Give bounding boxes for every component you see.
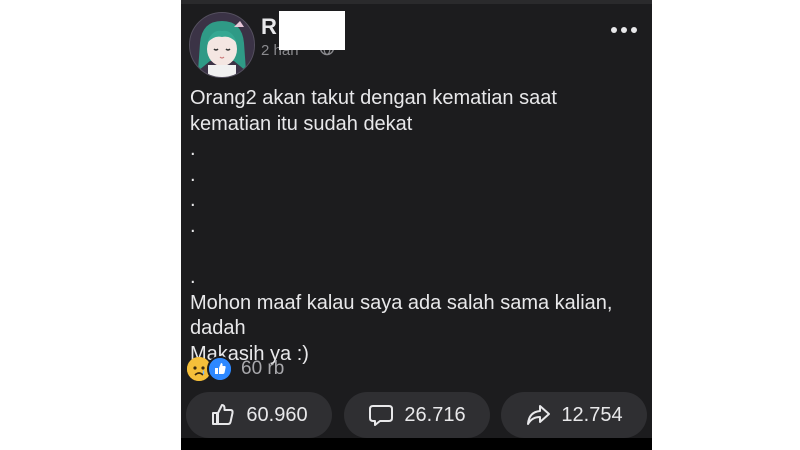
comment-icon	[369, 405, 394, 426]
redaction-box	[279, 11, 345, 50]
post-text: Orang2 akan takut dengan kematian saat k…	[190, 87, 613, 365]
post-card: R 2 hari Orang2 akan takut dengan kemati…	[181, 0, 652, 450]
like-button[interactable]: 60.960	[186, 392, 332, 438]
more-options-icon[interactable]	[611, 22, 637, 38]
top-divider	[181, 0, 652, 4]
reactions-summary[interactable]: 60 rb	[187, 355, 284, 383]
bottom-divider	[181, 438, 652, 450]
comment-count: 26.716	[404, 403, 466, 426]
like-icon	[207, 356, 233, 382]
author-name[interactable]: R	[261, 14, 277, 40]
reaction-count: 60 rb	[241, 358, 285, 379]
share-button[interactable]: 12.754	[501, 392, 647, 438]
avatar[interactable]	[189, 12, 255, 78]
share-icon	[527, 405, 551, 425]
share-count: 12.754	[561, 403, 623, 426]
thumbs-up-icon	[212, 404, 234, 425]
like-count: 60.960	[246, 403, 308, 426]
comment-button[interactable]: 26.716	[344, 392, 490, 438]
